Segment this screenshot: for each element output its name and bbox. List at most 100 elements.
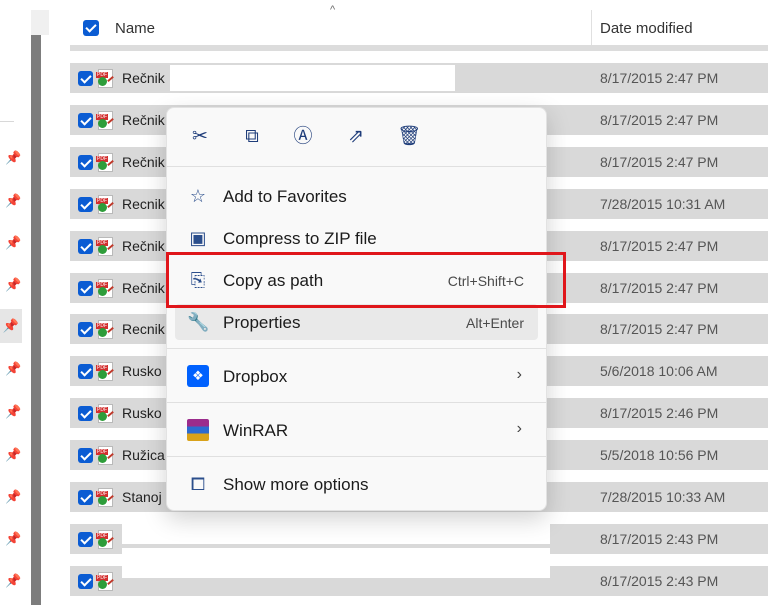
file-name: Ružica [122,447,165,463]
row-checkbox[interactable] [78,532,93,547]
menu-item-dropbox[interactable]: ❖ Dropbox › [175,358,538,394]
redacted-area [122,514,550,544]
redacted-area [122,548,550,578]
menu-item-compress-zip[interactable]: ▣ Compress to ZIP file [175,220,538,256]
pin-icon[interactable]: 📌 [5,574,21,588]
pdf-signed-icon: PDF [96,320,114,339]
row-checkbox[interactable] [78,155,93,170]
pin-icon[interactable]: 📌 [0,309,22,343]
menu-separator [167,348,546,349]
menu-item-show-more-options[interactable]: ⧠ Show more options [175,466,538,502]
pdf-signed-icon: PDF [96,69,114,88]
file-name: Rusko [122,363,162,379]
row-checkbox[interactable] [78,406,93,421]
file-name: Rečnik [122,154,165,170]
file-date-modified: 8/17/2015 2:47 PM [600,112,719,128]
row-checkbox[interactable] [78,239,93,254]
pin-icon[interactable]: 📌 [5,448,21,462]
file-date-modified: 8/17/2015 2:43 PM [600,573,719,589]
shortcut-label: Alt+Enter [466,315,524,331]
file-name: Rečnik [122,70,165,86]
pin-icon[interactable]: 📌 [5,362,21,376]
menu-item-winrar[interactable]: WinRAR › [175,412,538,448]
file-name: Recnik [122,321,165,337]
pdf-signed-icon: PDF [96,572,114,591]
pdf-signed-icon: PDF [96,488,114,507]
pin-icon[interactable]: 📌 [5,490,21,504]
file-date-modified: 8/17/2015 2:47 PM [600,321,719,337]
pin-icon[interactable]: 📌 [5,151,21,165]
row-checkbox[interactable] [78,71,93,86]
file-date-modified: 8/17/2015 2:47 PM [600,280,719,296]
column-header-date-modified[interactable]: Date modified [600,20,693,37]
highlight-annotation [166,252,566,308]
cut-icon[interactable]: ✂ [185,122,215,152]
quick-actions-bar: ✂ ⧉ Ⓐ ⇗ 🗑 [167,108,546,166]
nav-divider [0,121,14,122]
row-checkbox[interactable] [78,197,93,212]
menu-item-add-to-favorites[interactable]: ☆ Add to Favorites [175,178,538,214]
pin-icon[interactable]: 📌 [5,278,21,292]
delete-icon[interactable]: 🗑 [394,122,424,152]
menu-item-label: Properties [223,313,301,332]
chevron-right-icon: › [516,366,522,383]
pdf-signed-icon: PDF [96,237,114,256]
zip-icon: ▣ [189,228,207,248]
pdf-signed-icon: PDF [96,279,114,298]
wrench-icon: 🔧 [187,312,210,332]
column-separator[interactable] [591,10,592,48]
pdf-signed-icon: PDF [96,362,114,381]
navigation-pane: 📌 📌 📌 📌 📌 📌 📌 📌 📌 📌 📌 [0,0,28,605]
pin-icon[interactable]: 📌 [5,405,21,419]
pdf-signed-icon: PDF [96,530,114,549]
pdf-signed-icon: PDF [96,111,114,130]
menu-item-label: WinRAR [223,421,289,440]
context-menu: ✂ ⧉ Ⓐ ⇗ 🗑 ☆ Add to Favorites ▣ Compress … [166,107,547,511]
row-checkbox[interactable] [78,490,93,505]
file-date-modified: 8/17/2015 2:43 PM [600,531,719,547]
menu-separator [167,456,546,457]
row-checkbox[interactable] [78,113,93,128]
star-icon: ☆ [189,186,207,206]
file-name: Rečnik [122,280,165,296]
row-checkbox[interactable] [78,574,93,589]
file-name: Rečnik [122,238,165,254]
pin-icon[interactable]: 📌 [5,532,21,546]
row-checkbox[interactable] [78,281,93,296]
menu-item-label: Dropbox [223,367,288,386]
menu-item-properties[interactable]: 🔧 Properties Alt+Enter [175,304,538,340]
pdf-signed-icon: PDF [96,195,114,214]
pin-icon[interactable]: 📌 [5,236,21,250]
show-more-icon: ⧠ [190,474,206,494]
select-all-checkbox[interactable] [83,20,99,36]
file-date-modified: 7/28/2015 10:33 AM [600,489,726,505]
file-name: Stanoj [122,489,162,505]
copy-icon[interactable]: ⧉ [237,122,267,152]
file-name: Rečnik [122,112,165,128]
chevron-right-icon: › [516,420,522,437]
pane-splitter[interactable] [31,35,41,605]
redacted-area [170,65,455,91]
row-checkbox[interactable] [78,322,93,337]
menu-separator [167,166,546,167]
pdf-signed-icon: PDF [96,404,114,423]
file-date-modified: 8/17/2015 2:47 PM [600,70,719,86]
column-header-name[interactable]: Name [115,20,155,37]
file-date-modified: 7/28/2015 10:31 AM [600,196,726,212]
pane-splitter-top [31,10,49,35]
rename-icon[interactable]: Ⓐ [288,122,318,152]
row-checkbox[interactable] [78,448,93,463]
row-checkbox[interactable] [78,364,93,379]
file-date-modified: 8/17/2015 2:47 PM [600,154,719,170]
file-date-modified: 5/6/2018 10:06 AM [600,363,718,379]
menu-item-label: Show more options [223,475,369,494]
menu-item-label: Compress to ZIP file [223,229,377,248]
sort-ascending-icon: ^ [330,4,336,16]
pin-icon[interactable]: 📌 [5,194,21,208]
menu-item-label: Add to Favorites [223,187,347,206]
winrar-icon [187,419,209,441]
menu-separator [167,402,546,403]
share-icon[interactable]: ⇗ [341,122,371,152]
file-date-modified: 5/5/2018 10:56 PM [600,447,719,463]
file-name: Rusko [122,405,162,421]
